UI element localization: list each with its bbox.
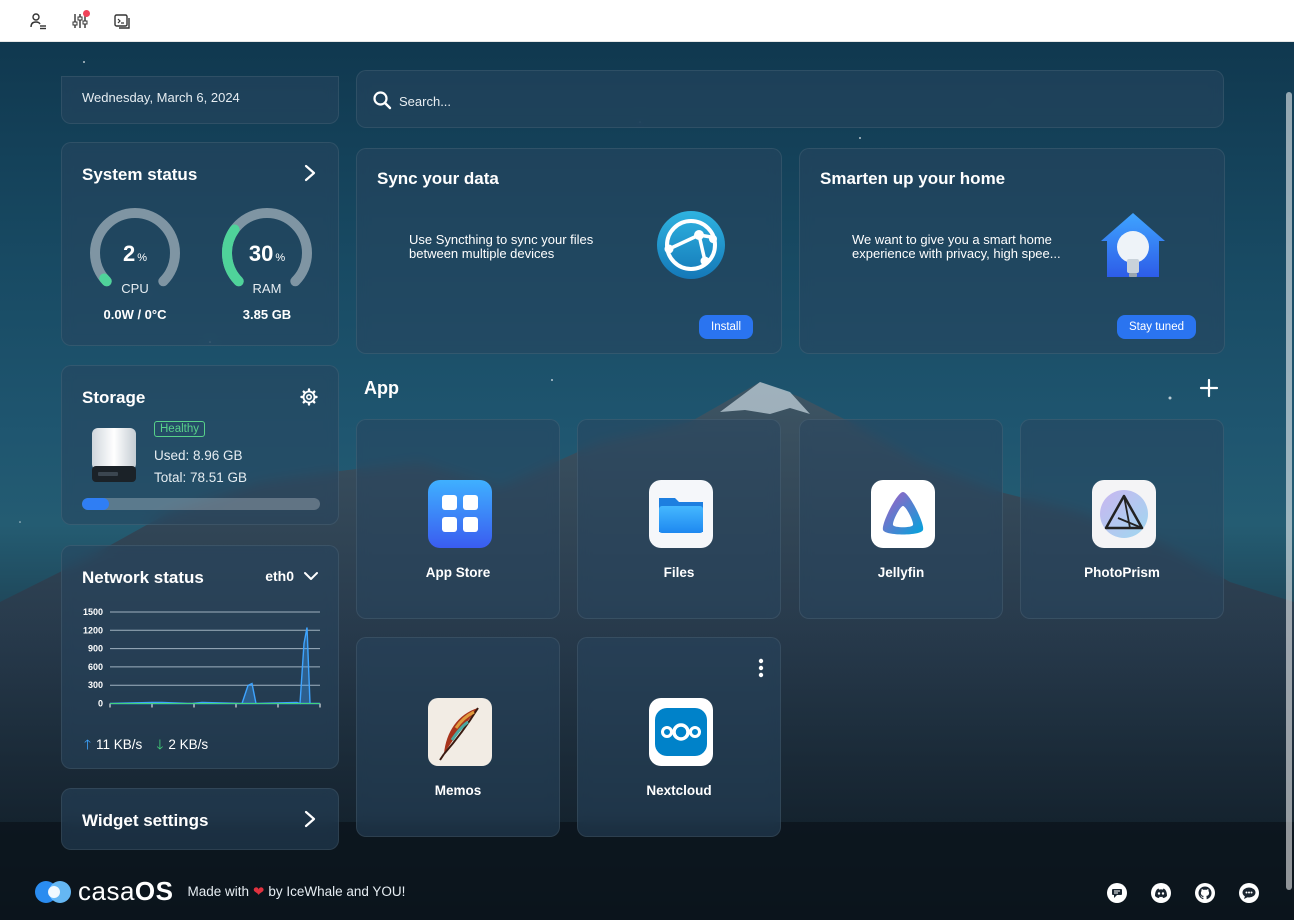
cpu-label: CPU bbox=[121, 281, 149, 296]
health-badge: Healthy bbox=[154, 421, 205, 437]
app-tile-files[interactable]: Files bbox=[577, 419, 781, 619]
y-tick-label: 600 bbox=[88, 662, 103, 672]
user-settings-icon[interactable] bbox=[28, 11, 48, 31]
stay-tuned-button[interactable]: Stay tuned bbox=[1117, 315, 1196, 339]
footer: casaOS Made with ❤ by IceWhale and YOU! bbox=[34, 876, 405, 907]
network-title: Network status bbox=[82, 568, 204, 587]
storage-widget: Storage Healthy Used: 8.96 GB Total: 78.… bbox=[61, 365, 339, 525]
nextcloud-icon bbox=[649, 698, 713, 766]
network-chart: 1500 1200 900 600 300 0 bbox=[83, 607, 321, 709]
heart-icon: ❤ bbox=[253, 883, 265, 899]
cpu-percent: 2% bbox=[122, 241, 148, 266]
memos-feather-icon bbox=[428, 698, 492, 766]
app-store-icon bbox=[428, 480, 492, 548]
app-name: Nextcloud bbox=[646, 783, 712, 798]
y-tick-label: 300 bbox=[88, 680, 103, 690]
app-name: Memos bbox=[434, 783, 482, 798]
y-tick-label: 1200 bbox=[83, 625, 103, 635]
storage-usage-fill bbox=[82, 498, 110, 510]
date-text: Wednesday, March 6, 2024 bbox=[82, 90, 240, 105]
y-tick-label: 900 bbox=[88, 644, 103, 654]
logo-text-light: casa bbox=[78, 876, 135, 906]
cpu-gauge: 2% CPU bbox=[85, 203, 185, 303]
discord-icon[interactable] bbox=[1150, 882, 1172, 904]
add-app-icon[interactable] bbox=[1198, 377, 1220, 399]
smart-home-card: Smarten up your home We want to give you… bbox=[799, 148, 1225, 354]
search-bar bbox=[356, 70, 1224, 128]
syncthing-icon bbox=[657, 211, 725, 279]
y-tick-label: 0 bbox=[98, 699, 103, 709]
storage-total: Total: 78.51 GB bbox=[154, 470, 248, 485]
terminal-window-icon[interactable] bbox=[112, 11, 132, 31]
apps-heading: App bbox=[364, 378, 399, 398]
sync-title: Sync your data bbox=[377, 169, 499, 188]
smart-home-description: We want to give you a smart home experie… bbox=[852, 232, 1061, 261]
casaos-logo-icon bbox=[35, 880, 71, 903]
download-speed: 🡓 2 KB/s bbox=[156, 737, 209, 752]
folder-icon bbox=[649, 480, 713, 548]
made-with-text: Made with ❤ by IceWhale and YOU! bbox=[188, 884, 406, 900]
sliders-icon[interactable] bbox=[70, 9, 90, 31]
sync-description: Use Syncthing to sync your files between… bbox=[409, 232, 594, 261]
install-button[interactable]: Install bbox=[699, 315, 754, 339]
app-tile-jellyfin[interactable]: Jellyfin bbox=[799, 419, 1003, 619]
ram-used: 3.85 GB bbox=[242, 307, 292, 322]
top-toolbar bbox=[0, 0, 1294, 42]
hard-drive-icon bbox=[92, 428, 136, 482]
interface-name: eth0 bbox=[265, 568, 294, 584]
system-status-title: System status bbox=[82, 165, 198, 184]
app-tile-nextcloud[interactable]: Nextcloud bbox=[577, 637, 781, 837]
app-name: Files bbox=[663, 565, 695, 580]
cpu-power-temp: 0.0W / 0°C bbox=[103, 307, 167, 322]
upload-speed: 🡑 11 KB/s bbox=[84, 737, 143, 752]
by-label: by IceWhale and YOU! bbox=[268, 884, 406, 899]
y-tick-label: 1500 bbox=[83, 607, 103, 617]
logo-text-bold: OS bbox=[134, 876, 174, 906]
system-status-widget: System status 2% CPU 30% RAM 0.0W / 0°C … bbox=[61, 142, 339, 346]
notification-dot bbox=[83, 9, 90, 17]
gear-icon[interactable] bbox=[300, 388, 318, 406]
scrollbar[interactable] bbox=[1286, 92, 1292, 890]
search-input[interactable] bbox=[399, 90, 1179, 112]
app-tile-memos[interactable]: Memos bbox=[356, 637, 560, 837]
more-options-icon[interactable] bbox=[758, 658, 764, 678]
widget-settings-button[interactable]: Widget settings bbox=[61, 788, 339, 850]
chat-bubble-icon[interactable] bbox=[1106, 882, 1128, 904]
arrow-up-icon: 🡑 bbox=[84, 737, 92, 752]
network-widget: Network status eth0 1500 1200 900 600 300 0 🡑… bbox=[61, 545, 339, 769]
app-name: Jellyfin bbox=[877, 565, 925, 580]
ram-percent: 30% bbox=[248, 241, 286, 266]
smart-home-title: Smarten up your home bbox=[820, 169, 1006, 188]
ram-label: RAM bbox=[252, 281, 282, 296]
app-name: App Store bbox=[425, 565, 491, 580]
casaos-logo[interactable]: casaOS bbox=[34, 876, 174, 907]
github-icon[interactable] bbox=[1194, 882, 1216, 904]
smart-home-bulb-icon bbox=[1101, 213, 1165, 277]
sync-data-card: Sync your data Use Syncthing to sync you… bbox=[356, 148, 782, 354]
upload-series bbox=[109, 627, 320, 705]
date-card: Wednesday, March 6, 2024 bbox=[61, 76, 339, 124]
photoprism-icon bbox=[1092, 480, 1156, 548]
message-icon[interactable] bbox=[1238, 882, 1260, 904]
widget-settings-title: Widget settings bbox=[82, 811, 209, 830]
ram-gauge: 30% RAM bbox=[217, 203, 317, 303]
chevron-right-icon[interactable] bbox=[302, 163, 318, 183]
app-name: PhotoPrism bbox=[1084, 565, 1160, 580]
arrow-down-icon: 🡓 bbox=[156, 737, 164, 752]
storage-used: Used: 8.96 GB bbox=[154, 448, 243, 463]
search-icon bbox=[373, 91, 392, 110]
chevron-right-icon bbox=[304, 810, 316, 828]
storage-usage-bar bbox=[82, 498, 320, 510]
storage-title: Storage bbox=[82, 388, 146, 407]
app-tile-photoprism[interactable]: PhotoPrism bbox=[1020, 419, 1224, 619]
jellyfin-icon bbox=[871, 480, 935, 548]
chevron-down-icon bbox=[304, 572, 318, 580]
network-speeds: 🡑 11 KB/s 🡓 2 KB/s bbox=[84, 735, 208, 758]
made-with-label: Made with bbox=[187, 884, 250, 899]
app-tile-app-store[interactable]: App Store bbox=[356, 419, 560, 619]
interface-selector[interactable]: eth0 bbox=[265, 568, 318, 584]
